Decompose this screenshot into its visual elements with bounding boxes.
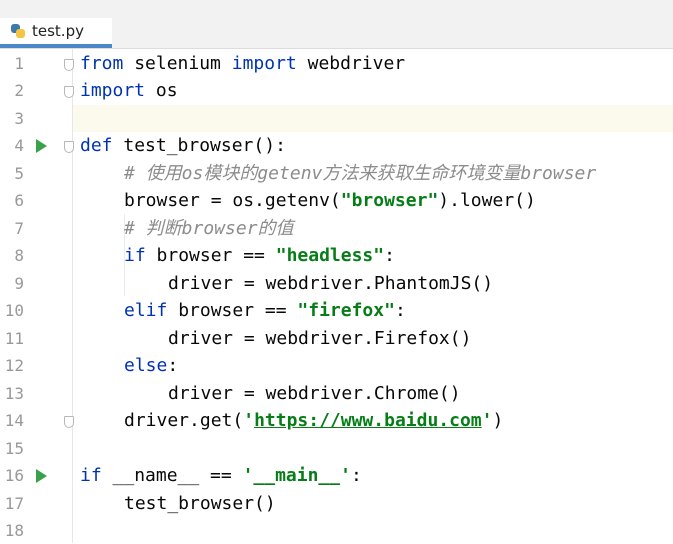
code-line: 11 driver = webdriver.Firefox(): [0, 325, 673, 352]
line-number: 7: [14, 219, 24, 238]
code-text: :: [350, 465, 362, 486]
code-text: ): [492, 410, 504, 431]
line-number: 2: [14, 81, 24, 100]
line-number: 12: [4, 356, 24, 375]
line-number: 13: [4, 384, 24, 403]
code-text: browser ==: [145, 245, 276, 266]
code-line: 7 # 判断browser的值: [0, 215, 673, 242]
code-line: 6 browser = os.getenv("browser").lower(): [0, 187, 673, 214]
code-text: ).lower(): [438, 190, 536, 211]
code-text: driver = webdriver.Chrome(): [168, 383, 461, 404]
code-line: 16 if __name__ == '__main__':: [0, 462, 673, 489]
code-line: 8 if browser == "headless":: [0, 242, 673, 269]
code-line: 10 elif browser == "firefox":: [0, 297, 673, 324]
code-text: test_browser(): [124, 493, 276, 514]
line-number: 9: [14, 274, 24, 293]
fold-marker-icon[interactable]: [64, 141, 74, 153]
code-text: browser = os.getenv(: [124, 190, 341, 211]
string-quote: ': [243, 410, 255, 431]
code-line: 17 test_browser(): [0, 490, 673, 517]
code-line: 18: [0, 517, 673, 544]
keyword: else: [124, 355, 168, 376]
string-literal: "headless": [275, 245, 385, 266]
import-name: webdriver: [296, 53, 406, 74]
tab-test-py[interactable]: test.py: [0, 18, 112, 48]
string-literal: '__main__': [242, 465, 351, 486]
line-number: 8: [14, 246, 24, 265]
code-line: 3: [0, 105, 673, 132]
keyword: if: [124, 245, 146, 266]
code-line: 5 # 使用os模块的getenv方法来获取生命环境变量browser: [0, 160, 673, 187]
line-number: 15: [4, 439, 24, 458]
keyword: if: [80, 465, 102, 486]
code-line: 13 driver = webdriver.Chrome(): [0, 380, 673, 407]
code-text: browser ==: [167, 300, 298, 321]
code-line: 9 driver = webdriver.PhantomJS(): [0, 270, 673, 297]
string-quote: ': [481, 410, 493, 431]
keyword: import: [80, 80, 146, 101]
code-text: driver.get(: [124, 410, 244, 431]
module-name: selenium: [123, 53, 232, 74]
line-number: 5: [14, 164, 24, 183]
code-text: :: [384, 245, 395, 266]
run-icon[interactable]: [36, 139, 47, 153]
code-comment: # 判断browser的值: [124, 218, 294, 239]
code-editor[interactable]: 1 from selenium import webdriver 2 impor…: [0, 49, 673, 543]
line-number: 4: [14, 136, 24, 155]
fold-marker-icon[interactable]: [64, 416, 74, 428]
line-number: 6: [14, 191, 24, 210]
string-literal: "browser": [340, 190, 439, 211]
code-line: 2 import os: [0, 77, 673, 104]
code-line: 12 else:: [0, 352, 673, 379]
line-number: 17: [4, 494, 24, 513]
import-name: os: [145, 80, 178, 101]
line-number: 10: [4, 301, 24, 320]
code-comment: # 使用os模块的getenv方法来获取生命环境变量browser: [124, 163, 597, 184]
code-text: :: [394, 300, 406, 321]
function-signature: test_browser():: [112, 135, 286, 156]
run-icon[interactable]: [36, 469, 47, 483]
line-number: 11: [4, 329, 24, 348]
fold-marker-icon[interactable]: [64, 59, 74, 71]
keyword: from: [80, 53, 124, 74]
python-file-icon: [10, 23, 26, 39]
code-text: __name__ ==: [101, 465, 243, 486]
code-text: :: [167, 355, 179, 376]
code-text: driver = webdriver.PhantomJS(): [168, 273, 494, 294]
keyword: elif: [124, 300, 168, 321]
url-link[interactable]: https://www.baidu.com: [254, 410, 482, 431]
code-line: 4 def test_browser():: [0, 132, 673, 159]
code-text: driver = webdriver.Firefox(): [168, 328, 472, 349]
line-number: 3: [14, 109, 24, 128]
line-number: 18: [4, 521, 24, 540]
keyword: import: [231, 53, 297, 74]
line-number: 1: [14, 54, 24, 73]
line-number: 16: [4, 466, 24, 485]
string-literal: "firefox": [297, 300, 395, 321]
tab-filename: test.py: [32, 22, 84, 40]
code-line: 15: [0, 435, 673, 462]
editor-tab-bar: test.py: [0, 0, 673, 49]
code-line: 14 driver.get('https://www.baidu.com'): [0, 407, 673, 434]
keyword: def: [80, 135, 113, 156]
fold-marker-icon[interactable]: [64, 86, 74, 98]
code-line: 1 from selenium import webdriver: [0, 50, 673, 77]
line-number: 14: [4, 411, 24, 430]
